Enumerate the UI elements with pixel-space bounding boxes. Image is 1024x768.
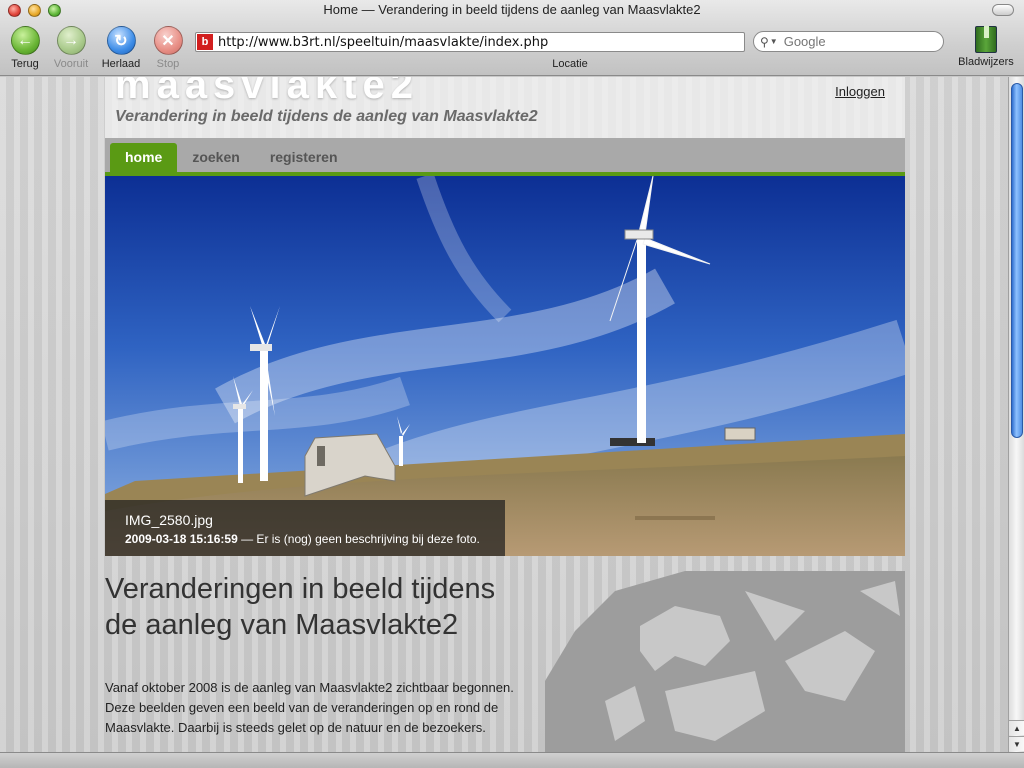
chevron-down-icon[interactable]: ▼ (770, 37, 778, 46)
photo-info: 2009-03-18 15:16:59 — Er is (nog) geen b… (125, 532, 505, 546)
login-link[interactable]: Inloggen (835, 84, 885, 99)
photo-filename: IMG_2580.jpg (125, 512, 213, 528)
reload-label: Herlaad (101, 58, 141, 70)
site-tagline: Verandering in beeld tijdens de aanleg v… (115, 108, 538, 125)
nav-item-home[interactable]: home (110, 143, 178, 172)
hero-photo[interactable]: IMG_2580.jpg 2009-03-18 15:16:59 — Er is… (105, 176, 905, 556)
page-title: Veranderingen in beeld tijdens de aanleg… (105, 573, 496, 641)
wind-turbines-photo (105, 176, 905, 556)
main-content: Veranderingen in beeld tijdens de aanleg… (105, 571, 905, 752)
reload-button[interactable]: ↻ Herlaad (98, 26, 144, 70)
stop-icon: ✕ (153, 26, 183, 55)
status-bar (0, 752, 1024, 768)
site-container: maasvlakte2 Verandering in beeld tijdens… (105, 77, 905, 752)
browser-window: Home — Verandering in beeld tijdens de a… (0, 0, 1024, 768)
photo-datetime: 2009-03-18 15:16:59 (125, 532, 238, 546)
browser-toolbar: Home — Verandering in beeld tijdens de a… (0, 0, 1024, 76)
site-header: maasvlakte2 Verandering in beeld tijdens… (105, 77, 905, 138)
page-viewport: maasvlakte2 Verandering in beeld tijdens… (0, 77, 1008, 752)
nav-item-registeren[interactable]: registeren (255, 143, 353, 172)
site-favicon-icon: b (197, 34, 213, 50)
forward-label: Vooruit (53, 58, 89, 70)
vertical-scrollbar[interactable]: ▲ ▼ (1008, 77, 1024, 752)
reload-icon: ↻ (106, 26, 136, 55)
main-navigation: home zoeken registeren (105, 138, 905, 176)
bookmarks-label: Bladwijzers (958, 56, 1014, 68)
stop-button[interactable]: ✕ Stop (145, 26, 191, 70)
bookmarks-button[interactable]: Bladwijzers (954, 26, 1018, 68)
forward-arrow-icon: → (56, 26, 86, 55)
bookmarks-icon (975, 26, 997, 53)
back-button[interactable]: ← Terug (2, 26, 48, 70)
nav-item-zoeken[interactable]: zoeken (177, 143, 254, 172)
search-input[interactable] (783, 34, 934, 49)
scroll-up-arrow-icon[interactable]: ▲ (1009, 720, 1024, 735)
window-title: Home — Verandering in beeld tijdens de a… (323, 2, 701, 17)
photo-description: — Er is (nog) geen beschrijving bij deze… (237, 532, 480, 546)
stop-label: Stop (156, 58, 180, 70)
intro-paragraph: Vanaf oktober 2008 is de aanleg van Maas… (105, 680, 514, 735)
search-box[interactable]: ⚲ ▼ (753, 31, 944, 52)
toolbar-toggle-button[interactable] (992, 4, 1014, 16)
scroll-down-arrow-icon[interactable]: ▼ (1009, 736, 1024, 751)
address-bar[interactable]: b http://www.b3rt.nl/speeltuin/maasvlakt… (195, 32, 745, 52)
back-label: Terug (11, 58, 39, 70)
scrollbar-thumb[interactable] (1011, 83, 1023, 438)
photo-caption: IMG_2580.jpg 2009-03-18 15:16:59 — Er is… (105, 500, 505, 556)
site-logo[interactable]: maasvlakte2 (115, 77, 419, 108)
back-arrow-icon: ← (10, 26, 40, 55)
maasvlakte-map-graphic (545, 571, 905, 752)
location-label: Locatie (552, 58, 588, 70)
url-text[interactable]: http://www.b3rt.nl/speeltuin/maasvlakte/… (218, 35, 548, 50)
search-icon[interactable]: ⚲ (760, 35, 769, 49)
forward-button[interactable]: → Vooruit (48, 26, 94, 70)
